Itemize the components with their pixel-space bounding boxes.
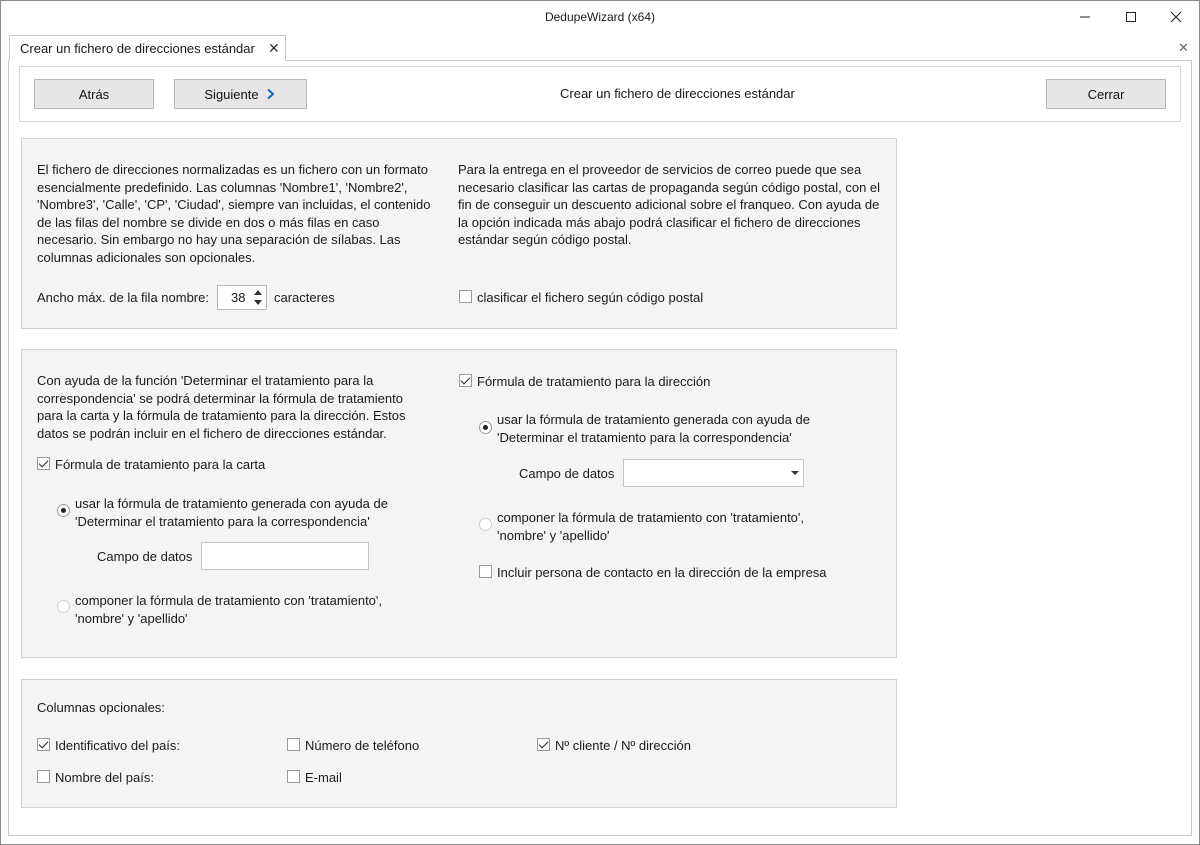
chevron-right-icon [266, 88, 275, 100]
stepper-arrows-icon[interactable] [253, 288, 263, 308]
letter-data-field-input[interactable] [201, 542, 369, 570]
minimize-button[interactable] [1062, 2, 1108, 32]
letter-salutation-checkbox[interactable] [37, 457, 50, 470]
window-close-button[interactable] [1153, 2, 1199, 32]
country-name-label[interactable]: Nombre del país: [55, 770, 154, 785]
country-id-checkbox[interactable] [37, 738, 50, 751]
address-salutation-label[interactable]: Fórmula de tratamiento para la dirección [477, 374, 710, 389]
title-bar[interactable]: DedupeWizard (x64) [1, 1, 1199, 33]
max-width-unit: caracteres [274, 290, 335, 305]
letter-generated-label-line1[interactable]: usar la fórmula de tratamiento generada … [75, 496, 388, 511]
address-data-field-label: Campo de datos [519, 466, 615, 481]
max-width-stepper[interactable]: 38 [217, 285, 267, 310]
back-button[interactable]: Atrás [34, 79, 154, 109]
max-width-label: Ancho máx. de la fila nombre: [37, 290, 209, 305]
contact-person-checkbox[interactable] [479, 565, 492, 578]
country-name-checkbox[interactable] [37, 770, 50, 783]
address-generated-radio[interactable] [479, 421, 492, 434]
address-generated-label-line2[interactable]: 'Determinar el tratamiento para la corre… [497, 430, 792, 445]
email-checkbox[interactable] [287, 770, 300, 783]
address-data-field-dropdown[interactable] [623, 459, 804, 487]
chevron-up-icon[interactable] [254, 290, 262, 295]
maximize-icon [1126, 12, 1136, 22]
max-width-value: 38 [231, 290, 246, 305]
address-generated-label-line1[interactable]: usar la fórmula de tratamiento generada … [497, 412, 810, 427]
chevron-down-icon[interactable] [791, 471, 799, 475]
address-compose-label-line1[interactable]: componer la fórmula de tratamiento con '… [497, 510, 804, 525]
customer-number-label[interactable]: Nº cliente / Nº dirección [555, 738, 691, 753]
customer-number-checkbox[interactable] [537, 738, 550, 751]
next-button[interactable]: Siguiente [174, 79, 307, 109]
salutation-description: Con ayuda de la función 'Determinar el t… [37, 373, 406, 441]
minimize-icon [1080, 16, 1090, 18]
phone-number-label[interactable]: Número de teléfono [305, 738, 419, 753]
next-button-label: Siguiente [204, 86, 259, 102]
tab-label: Crear un fichero de direcciones estándar [20, 41, 255, 56]
tab-standard-address-file[interactable]: Crear un fichero de direcciones estándar… [9, 35, 286, 61]
address-compose-label-line2[interactable]: 'nombre' y 'apellido' [497, 528, 610, 543]
tab-close-icon[interactable]: ✕ [268, 40, 280, 57]
sort-postal-code-checkbox[interactable] [459, 290, 472, 303]
letter-salutation-label[interactable]: Fórmula de tratamiento para la carta [55, 457, 265, 472]
address-salutation-checkbox[interactable] [459, 374, 472, 387]
chevron-down-icon[interactable] [254, 300, 262, 305]
contact-person-label[interactable]: Incluir persona de contacto en la direcc… [497, 565, 827, 580]
address-compose-radio[interactable] [479, 518, 492, 531]
close-icon [1170, 11, 1182, 23]
panel-close-icon[interactable]: ✕ [1178, 40, 1189, 56]
toolbar-title: Crear un fichero de direcciones estándar [560, 86, 795, 101]
maximize-button[interactable] [1108, 2, 1154, 32]
sort-postal-code-label[interactable]: clasificar el fichero según código posta… [477, 290, 703, 305]
letter-compose-label-line1[interactable]: componer la fórmula de tratamiento con '… [75, 593, 382, 608]
optional-columns-title: Columnas opcionales: [37, 700, 165, 715]
letter-compose-radio[interactable] [57, 600, 70, 613]
back-button-label: Atrás [78, 86, 110, 102]
phone-number-checkbox[interactable] [287, 738, 300, 751]
window-title: DedupeWizard (x64) [544, 10, 656, 24]
letter-generated-radio[interactable] [57, 504, 70, 517]
standard-file-description: El fichero de direcciones normalizadas e… [37, 162, 431, 265]
sort-description: Para la entrega en el proveedor de servi… [458, 162, 881, 247]
country-id-label[interactable]: Identificativo del país: [55, 738, 180, 753]
close-button-label: Cerrar [1087, 86, 1125, 102]
letter-compose-label-line2[interactable]: 'nombre' y 'apellido' [75, 611, 188, 626]
close-button[interactable]: Cerrar [1046, 79, 1166, 109]
letter-data-field-label: Campo de datos [97, 549, 193, 564]
letter-generated-label-line2[interactable]: 'Determinar el tratamiento para la corre… [75, 514, 370, 529]
email-label[interactable]: E-mail [305, 770, 342, 785]
